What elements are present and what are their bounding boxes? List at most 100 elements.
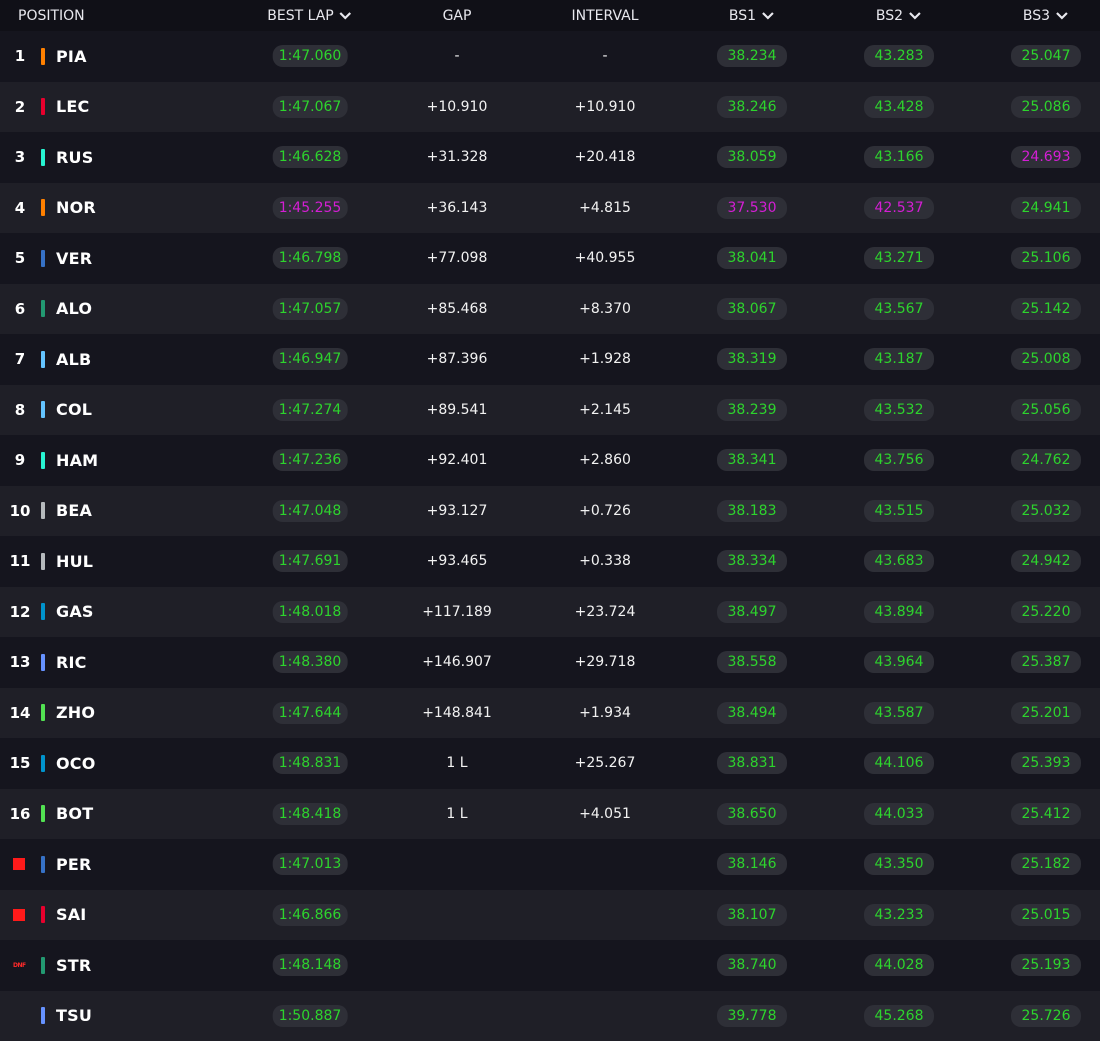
table-row[interactable]: 15OCO1:48.83138.83144.10625.3931 L+25.26… xyxy=(0,738,1100,789)
driver-code[interactable]: BOT xyxy=(56,789,93,840)
bs3-pill: 24.941 xyxy=(1011,183,1081,234)
best-lap-time: 1:46.628 xyxy=(273,146,348,168)
table-row[interactable]: 14ZHO1:47.64438.49443.58725.201+148.841+… xyxy=(0,688,1100,739)
bs3-pill: 25.015 xyxy=(1011,890,1081,941)
driver-code[interactable]: ALO xyxy=(56,284,92,335)
table-row[interactable]: 11HUL1:47.69138.33443.68324.942+93.465+0… xyxy=(0,536,1100,587)
driver-code[interactable]: NOR xyxy=(56,183,96,234)
bs3-time: 25.032 xyxy=(1011,500,1081,522)
bs3-time: 25.412 xyxy=(1011,803,1081,825)
table-row[interactable]: 2LEC1:47.06738.24643.42825.086+10.910+10… xyxy=(0,82,1100,133)
bs1-time: 38.246 xyxy=(717,96,787,118)
table-row[interactable]: 7ALB1:46.94738.31943.18725.008+87.396+1.… xyxy=(0,334,1100,385)
header-best-lap-label: BEST LAP xyxy=(267,8,333,24)
gap-value: +93.127 xyxy=(427,486,488,537)
position-number xyxy=(8,991,32,1041)
table-row[interactable]: 6ALO1:47.05738.06743.56725.142+85.468+8.… xyxy=(0,284,1100,335)
bs3-pill: 25.182 xyxy=(1011,839,1081,890)
bs2-pill: 43.166 xyxy=(864,132,934,183)
best-lap-pill: 1:47.067 xyxy=(273,82,348,133)
gap-value: +93.465 xyxy=(427,536,488,587)
position-number: 16 xyxy=(8,789,32,840)
team-color-bar xyxy=(41,486,45,537)
bs1-pill: 38.107 xyxy=(717,890,787,941)
driver-code[interactable]: COL xyxy=(56,385,92,436)
bs2-pill: 43.587 xyxy=(864,688,934,739)
bs3-pill: 25.387 xyxy=(1011,637,1081,688)
timing-table: POSITION BEST LAP GAP INTERVAL BS1 BS2 B… xyxy=(0,0,1100,1039)
best-lap-pill: 1:48.831 xyxy=(273,738,348,789)
driver-code[interactable]: HAM xyxy=(56,435,98,486)
driver-code[interactable]: HUL xyxy=(56,536,93,587)
bs2-pill: 43.567 xyxy=(864,284,934,335)
bs3-time: 25.047 xyxy=(1011,45,1081,67)
driver-code[interactable]: SAI xyxy=(56,890,86,941)
best-lap-pill: 1:50.887 xyxy=(273,991,348,1041)
header-bs1[interactable]: BS1 xyxy=(729,0,775,31)
table-row[interactable]: 1PIA1:47.06038.23443.28325.047-- xyxy=(0,31,1100,82)
driver-code[interactable]: BEA xyxy=(56,486,92,537)
bs3-pill: 25.032 xyxy=(1011,486,1081,537)
bs1-time: 38.558 xyxy=(717,651,787,673)
gap-value: +89.541 xyxy=(427,385,488,436)
table-header: POSITION BEST LAP GAP INTERVAL BS1 BS2 B… xyxy=(0,0,1100,31)
driver-code[interactable]: LEC xyxy=(56,82,89,133)
bs2-pill: 44.106 xyxy=(864,738,934,789)
driver-code[interactable]: RIC xyxy=(56,637,87,688)
chevron-down-icon xyxy=(761,9,775,23)
driver-code[interactable]: STR xyxy=(56,940,91,991)
team-color-bar xyxy=(41,334,45,385)
header-best-lap[interactable]: BEST LAP xyxy=(267,0,352,31)
bs2-pill: 43.515 xyxy=(864,486,934,537)
header-bs2-label: BS2 xyxy=(876,8,903,24)
team-color-bar xyxy=(41,637,45,688)
bs1-pill: 38.650 xyxy=(717,789,787,840)
driver-code[interactable]: VER xyxy=(56,233,92,284)
table-row[interactable]: 13RIC1:48.38038.55843.96425.387+146.907+… xyxy=(0,637,1100,688)
table-row[interactable]: 16BOT1:48.41838.65044.03325.4121 L+4.051 xyxy=(0,789,1100,840)
best-lap-pill: 1:48.418 xyxy=(273,789,348,840)
bs1-pill: 38.558 xyxy=(717,637,787,688)
bs2-time: 43.283 xyxy=(864,45,934,67)
driver-code[interactable]: OCO xyxy=(56,738,96,789)
bs2-pill: 43.964 xyxy=(864,637,934,688)
table-row[interactable]: 3RUS1:46.62838.05943.16624.693+31.328+20… xyxy=(0,132,1100,183)
driver-code[interactable]: RUS xyxy=(56,132,93,183)
bs3-time: 25.182 xyxy=(1011,853,1081,875)
bs2-pill: 43.233 xyxy=(864,890,934,941)
interval-value: +40.955 xyxy=(575,233,636,284)
team-color-bar xyxy=(41,385,45,436)
bs2-time: 43.964 xyxy=(864,651,934,673)
table-row[interactable]: 4NOR1:45.25537.53042.53724.941+36.143+4.… xyxy=(0,183,1100,234)
table-row[interactable]: SAI1:46.86638.10743.23325.015 xyxy=(0,890,1100,941)
driver-code[interactable]: PER xyxy=(56,839,92,890)
bs3-pill: 25.393 xyxy=(1011,738,1081,789)
table-row[interactable]: 5VER1:46.79838.04143.27125.106+77.098+40… xyxy=(0,233,1100,284)
team-color-bar xyxy=(41,789,45,840)
bs3-pill: 25.142 xyxy=(1011,284,1081,335)
bs2-pill: 43.350 xyxy=(864,839,934,890)
bs3-time: 25.393 xyxy=(1011,752,1081,774)
table-row[interactable]: 9HAM1:47.23638.34143.75624.762+92.401+2.… xyxy=(0,435,1100,486)
driver-code[interactable]: ALB xyxy=(56,334,91,385)
team-color-bar xyxy=(41,183,45,234)
bs3-pill: 25.412 xyxy=(1011,789,1081,840)
best-lap-time: 1:47.057 xyxy=(273,298,348,320)
header-bs2[interactable]: BS2 xyxy=(876,0,922,31)
position-number: 1 xyxy=(8,31,32,82)
table-row[interactable]: DNFSTR1:48.14838.74044.02825.193 xyxy=(0,940,1100,991)
table-row[interactable]: 8COL1:47.27438.23943.53225.056+89.541+2.… xyxy=(0,385,1100,436)
driver-code[interactable]: TSU xyxy=(56,991,92,1041)
driver-code[interactable]: PIA xyxy=(56,31,87,82)
best-lap-time: 1:48.018 xyxy=(273,601,348,623)
table-row[interactable]: 10BEA1:47.04838.18343.51525.032+93.127+0… xyxy=(0,486,1100,537)
best-lap-pill: 1:46.628 xyxy=(273,132,348,183)
driver-code[interactable]: ZHO xyxy=(56,688,95,739)
table-row[interactable]: TSU1:50.88739.77845.26825.726 xyxy=(0,991,1100,1041)
driver-code[interactable]: GAS xyxy=(56,587,94,638)
header-bs3[interactable]: BS3 xyxy=(1023,0,1069,31)
best-lap-time: 1:47.691 xyxy=(273,550,348,572)
bs2-time: 44.106 xyxy=(864,752,934,774)
table-row[interactable]: 12GAS1:48.01838.49743.89425.220+117.189+… xyxy=(0,587,1100,638)
table-row[interactable]: PER1:47.01338.14643.35025.182 xyxy=(0,839,1100,890)
